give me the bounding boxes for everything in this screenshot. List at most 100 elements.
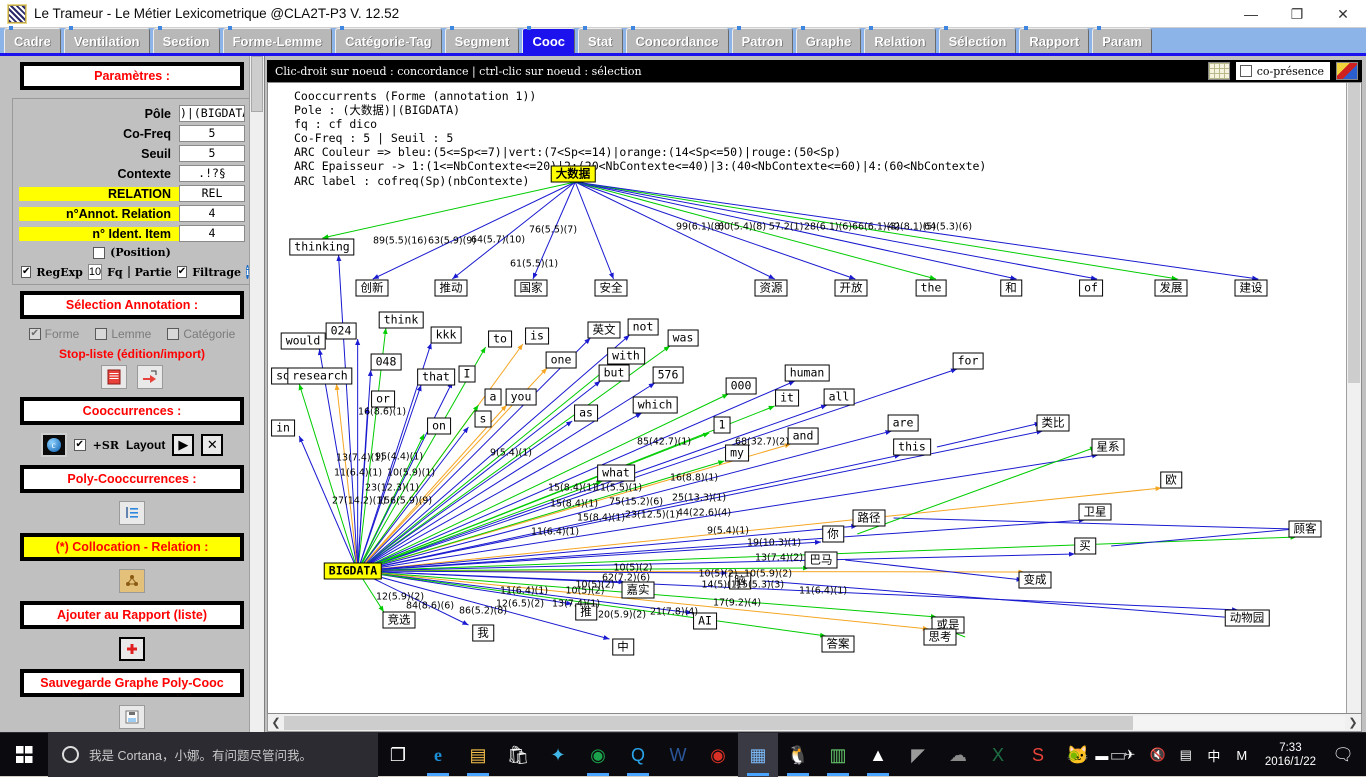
layout-play-button[interactable]: ▶ [172,434,195,456]
copresence-toggle[interactable]: co-présence [1235,62,1330,80]
graph-node[interactable]: and [787,427,819,445]
qq-icon[interactable]: 🐧 [778,733,818,777]
graph-node[interactable]: on [427,417,451,435]
volume-icon[interactable]: 🔇 [1145,733,1171,777]
param-value-input[interactable]: REL [179,185,245,202]
start-button[interactable] [0,733,48,777]
param-value-input[interactable]: 5 [179,125,245,142]
annotation-option-forme[interactable]: ✔ Forme [28,327,79,341]
graph-node[interactable]: are [887,414,919,432]
scroll-left-arrow[interactable]: ❮ [268,716,284,729]
graph-node[interactable]: 嘉实 [621,581,655,599]
param-value-input[interactable]: 4 [179,225,245,242]
graph-node[interactable]: 欧 [1160,471,1182,489]
menu-tab-graphe[interactable]: Graphe [795,26,862,53]
param-value-input[interactable]: )|(BIGDATA) [179,105,245,122]
graph-node[interactable]: but [598,364,630,382]
onedrive-icon[interactable]: ☁ [938,733,978,777]
graph-vertical-scrollbar[interactable] [1346,83,1361,713]
graph-node[interactable]: 思考 [923,628,957,646]
graph-node[interactable]: you [505,388,537,406]
graph-node[interactable]: 巴马 [804,551,838,569]
graph-node[interactable]: 大数据 [550,165,596,183]
graph-node[interactable]: that [417,368,455,386]
cooc-compute-icon[interactable]: c [40,433,67,457]
hscroll-thumb[interactable] [284,715,1133,730]
annotation-option-catégorie[interactable]: Catégorie [167,327,235,341]
annotation-checkbox[interactable] [167,328,180,340]
annotation-option-lemme[interactable]: Lemme [95,327,151,341]
action-center-icon[interactable]: ▤ [1173,733,1199,777]
app1-icon[interactable]: ◤ [898,733,938,777]
menu-tab-s-lection[interactable]: Sélection [938,26,1017,53]
graph-node[interactable]: 类比 [1036,414,1070,432]
airplane-mode-icon[interactable]: ✈ [1117,733,1143,777]
graph-node[interactable]: 竞选 [382,611,416,629]
tree-list-icon[interactable] [119,501,145,525]
graph-node[interactable]: 顾客 [1288,520,1322,538]
graph-node[interactable]: the [915,279,947,297]
task-view-icon[interactable]: ❐ [378,733,418,777]
graph-node[interactable]: was [667,329,699,347]
copresence-checkbox[interactable] [1239,65,1252,77]
graph-node[interactable]: what [597,464,635,482]
graph-node[interactable]: AI [693,612,717,630]
photos-icon[interactable]: ▲ [858,733,898,777]
trameur-icon[interactable]: ▦ [738,732,778,777]
minimize-button[interactable]: — [1228,0,1274,28]
store-icon[interactable]: 🛍 [498,733,538,777]
stoplist-import-icon[interactable] [137,365,163,389]
menu-tab-patron[interactable]: Patron [731,26,793,53]
graph-node[interactable]: 发展 [1154,279,1188,297]
sr-checkbox[interactable]: ✔ [73,439,86,451]
file-explorer-icon[interactable]: ▤ [458,733,498,777]
graph-node[interactable]: not [627,318,659,336]
graph-node[interactable]: 我 [472,624,494,642]
graph-node[interactable]: 开放 [834,279,868,297]
graph-node[interactable]: my [725,444,749,462]
graph-node[interactable]: or [371,390,395,408]
menu-tab-param[interactable]: Param [1092,26,1152,53]
ime-language-icon[interactable]: 中 [1201,733,1227,777]
graph-node[interactable]: for [952,352,984,370]
graph-node[interactable]: 推 [575,603,597,621]
graph-node[interactable]: it [775,389,799,407]
graph-node[interactable]: 国家 [514,279,548,297]
graph-node[interactable]: 推动 [434,279,468,297]
graph-node[interactable]: 048 [370,353,402,371]
color-palette-icon[interactable] [1336,62,1358,80]
grid-view-icon[interactable] [1207,62,1230,80]
cortana-search-box[interactable]: 我是 Cortana，小娜。有问题尽管问我。 [48,732,378,777]
menu-tab-relation[interactable]: Relation [864,26,936,53]
menu-tab-rapport[interactable]: Rapport [1019,26,1090,53]
regexp-checkbox[interactable]: ✔ [21,266,32,278]
kmplayer-icon[interactable]: ✦ [538,733,578,777]
graph-node[interactable]: which [632,396,678,414]
graph-node[interactable]: kkk [430,326,462,344]
menu-tab-cadre[interactable]: Cadre [4,26,61,53]
param-value-input[interactable]: .!?§ [179,165,245,182]
graph-node[interactable]: think [378,311,424,329]
menu-tab-cat-gorie-tag[interactable]: Catégorie-Tag [335,26,442,53]
menu-tab-concordance[interactable]: Concordance [625,26,729,53]
param-value-input[interactable]: 5 [179,145,245,162]
battery-icon[interactable]: ▬ [1089,733,1115,777]
menu-tab-segment[interactable]: Segment [444,26,520,53]
maximize-button[interactable]: ❐ [1274,0,1320,28]
notepad-icon[interactable]: ▥ [818,733,858,777]
menu-tab-section[interactable]: Section [152,26,220,53]
ime-mode-icon[interactable]: M [1229,733,1255,777]
graph-node[interactable]: 星系 [1091,438,1125,456]
graph-node[interactable]: 路径 [852,509,886,527]
graph-horizontal-scrollbar[interactable]: ❮ ❯ [267,714,1362,732]
close-button[interactable]: ✕ [1320,0,1366,28]
layout-stop-button[interactable]: ✕ [201,434,224,456]
graph-node[interactable]: 024 [325,322,357,340]
graph-node[interactable]: 中 [612,638,634,656]
graph-vscroll-thumb[interactable] [1348,83,1360,383]
graph-node[interactable]: in [271,419,295,437]
graph-node[interactable]: 建设 [1234,279,1268,297]
graph-node[interactable]: as [574,404,598,422]
graph-node[interactable]: 和 [1000,279,1022,297]
graph-node[interactable]: 脑 [729,572,751,590]
